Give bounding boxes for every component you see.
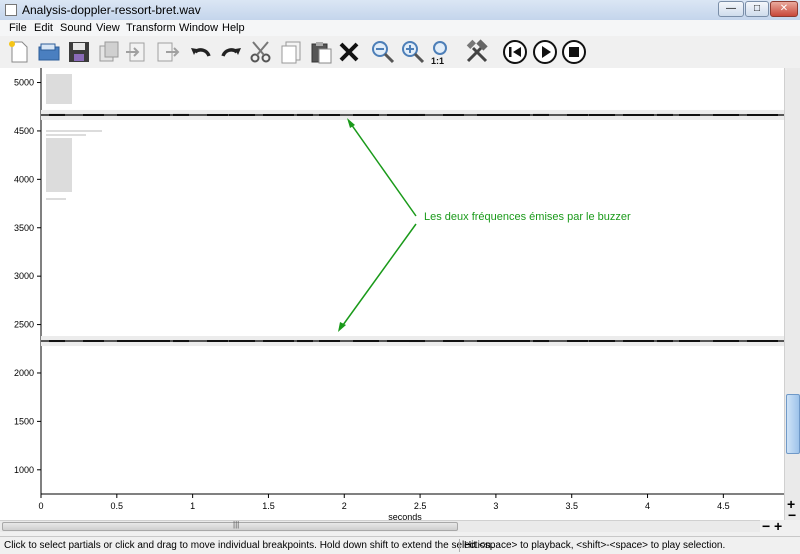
annotation-arrow-lower [342,223,417,326]
vertical-zoom-out-button[interactable]: − [788,508,796,522]
new-file-icon[interactable] [6,39,32,65]
save-icon[interactable] [66,39,92,65]
delete-icon[interactable] [336,39,362,65]
annotation-arrow-upper [350,123,417,217]
zoom-in-icon[interactable] [400,39,426,65]
cut-icon[interactable] [248,39,274,65]
import-icon[interactable] [124,39,150,65]
x-tick-label: 0 [38,501,43,511]
status-hint-right: Hit <space> to playback, <shift>-<space>… [464,540,726,551]
x-ticks: 0 0.5 1 1.5 2 2.5 3 3.5 4 4.5 [38,494,730,511]
y-tick-label: 1000 [14,465,34,475]
horizontal-zoom-out-button[interactable]: − [762,519,770,533]
close-button[interactable]: ✕ [770,1,798,17]
y-tick-label: 4500 [14,126,34,136]
toolbar: 1:1 [0,36,800,69]
copy-stack-icon[interactable] [96,39,122,65]
menu-help[interactable]: Help [222,22,245,34]
menu-bar: File Edit Sound View Transform Window He… [0,20,800,36]
x-tick-label: 2 [342,501,347,511]
x-tick-label: 1 [190,501,195,511]
noise-partials [46,74,102,200]
x-tick-label: 1.5 [262,501,275,511]
menu-edit[interactable]: Edit [34,22,53,34]
x-tick-label: 2.5 [414,501,427,511]
rewind-icon[interactable] [502,39,528,65]
menu-file[interactable]: File [9,22,27,34]
annotation: Les deux fréquences émises par le buzzer [338,118,631,332]
menu-view[interactable]: View [96,22,120,34]
menu-sound[interactable]: Sound [60,22,92,34]
vertical-scroll-thumb[interactable] [786,394,800,454]
export-icon[interactable] [154,39,180,65]
horizontal-scrollbar[interactable]: ||| [0,520,760,532]
y-ticks: 1000 1500 2000 2500 3000 3500 4000 4500 5000 [14,78,41,475]
zoom-reset-icon[interactable]: 1:1 [428,39,454,65]
title-bar: Analysis-doppler-ressort-bret.wav — □ ✕ [0,0,800,21]
horizontal-scroll-thumb[interactable]: ||| [2,520,458,531]
play-icon[interactable] [532,39,558,65]
app-icon [5,4,17,16]
menu-window[interactable]: Window [179,22,218,34]
zoom-reset-label: 1:1 [431,56,444,65]
status-hint-left: Click to select partials or click and dr… [4,540,494,551]
menu-transform[interactable]: Transform [126,22,176,34]
redo-icon[interactable] [218,39,244,65]
y-tick-label: 4000 [14,174,34,184]
window-title: Analysis-doppler-ressort-bret.wav [22,3,201,17]
x-tick-label: 3.5 [565,501,578,511]
maximize-button[interactable]: □ [745,1,769,17]
y-tick-label: 2500 [14,320,34,330]
stop-icon[interactable] [561,39,587,65]
partials-plot[interactable]: 1000 1500 2000 2500 3000 3500 4000 4500 5000 0 0.… [0,68,784,520]
vertical-scrollbar[interactable]: + − [784,68,800,522]
undo-icon[interactable] [188,39,214,65]
zoom-out-icon[interactable] [370,39,396,65]
open-file-icon[interactable] [36,39,62,65]
y-tick-label: 2000 [14,368,34,378]
x-tick-label: 3 [493,501,498,511]
x-axis-label: seconds [388,512,422,520]
y-tick-label: 3000 [14,271,34,281]
annotation-text: Les deux fréquences émises par le buzzer [424,211,631,223]
status-separator [459,539,460,552]
x-tick-label: 4 [645,501,650,511]
y-tick-label: 3500 [14,223,34,233]
status-bar: Click to select partials or click and dr… [0,536,800,554]
x-tick-label: 4.5 [717,501,730,511]
partials-plot-svg[interactable]: 1000 1500 2000 2500 3000 3500 4000 4500 5000 0 0.… [0,68,784,520]
scroll-grip: ||| [233,520,240,529]
horizontal-zoom-in-button[interactable]: + [774,519,782,533]
x-tick-label: 0.5 [111,501,124,511]
copy-icon[interactable] [278,39,304,65]
y-tick-label: 1500 [14,416,34,426]
minimize-button[interactable]: — [718,1,744,17]
y-tick-label: 5000 [14,78,34,88]
tools-icon[interactable] [464,39,490,65]
paste-icon[interactable] [308,39,334,65]
